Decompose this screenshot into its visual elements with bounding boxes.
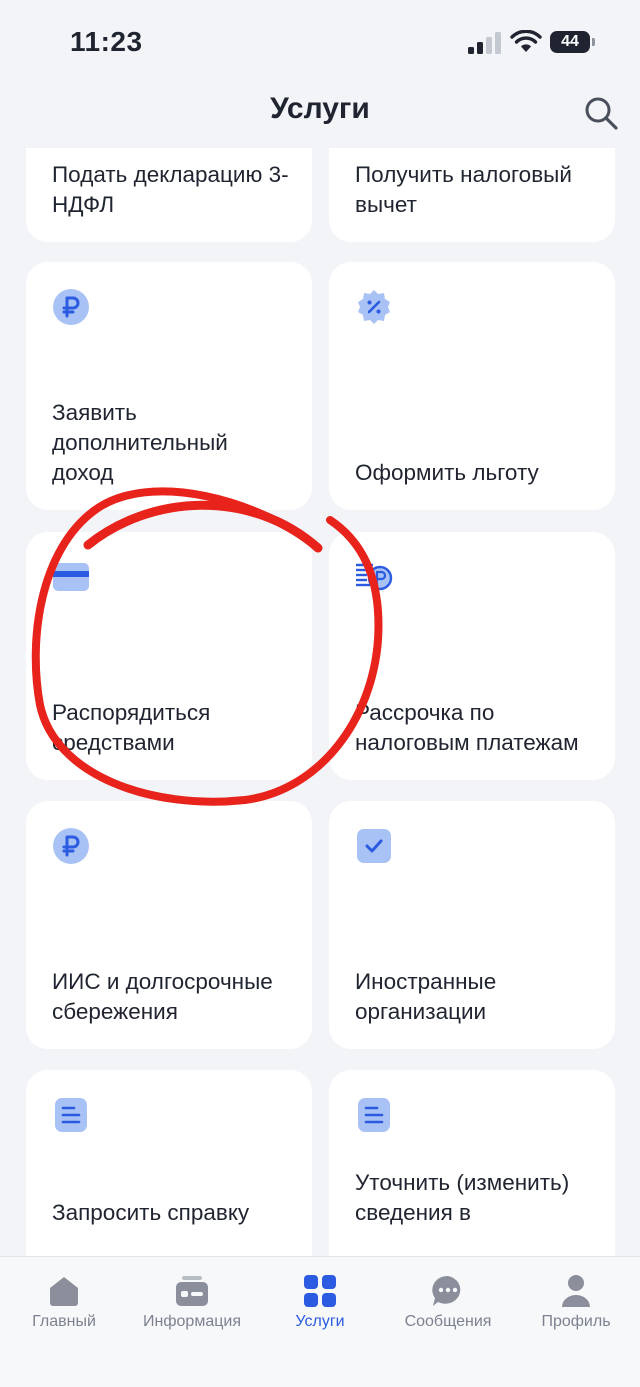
ruble-icon (53, 289, 89, 325)
home-icon (50, 1277, 78, 1306)
tab-bar: Главный Информация Услуги Сообщения Проф… (0, 1256, 640, 1387)
card-icon (53, 563, 89, 591)
service-card-label: Распорядиться средствами (52, 700, 211, 755)
service-card-label: Оформить льготу (355, 460, 539, 485)
id-card-icon (176, 1276, 208, 1306)
service-card-request-certificate[interactable]: Запросить справку (26, 1070, 312, 1256)
service-card-label: Получить налоговый вычет (355, 162, 572, 217)
tab-services[interactable]: Услуги (256, 1265, 384, 1345)
wifi-icon (510, 30, 542, 52)
status-time: 11:23 (70, 26, 143, 57)
service-card-additional-income[interactable]: Заявить дополнительный доход (26, 262, 312, 510)
service-card-tax-deduction[interactable]: Получить налоговый вычет (329, 148, 615, 242)
search-icon[interactable] (582, 94, 620, 132)
tab-profile[interactable]: Профиль (512, 1265, 640, 1345)
service-card-label: Уточнить (изменить) сведения в (355, 1170, 570, 1225)
document-icon (55, 1098, 87, 1132)
tab-label: Сообщения (404, 1313, 492, 1330)
service-card-label: Заявить дополнительный доход (52, 400, 228, 485)
page-title: Услуги (270, 92, 370, 125)
services-grid[interactable]: Подать декларацию 3-НДФЛ Получить налого… (0, 148, 640, 1256)
battery-icon: 44 (550, 31, 596, 53)
tab-label: Профиль (541, 1313, 611, 1330)
status-bar: 11:23 44 (0, 0, 640, 90)
checkbox-icon (357, 829, 391, 863)
tab-messages[interactable]: Сообщения (384, 1265, 512, 1345)
service-card-iis-savings[interactable]: ИИС и долгосрочные сбережения (26, 801, 312, 1049)
document-icon (358, 1098, 390, 1132)
user-icon (562, 1275, 590, 1307)
chat-icon (432, 1275, 461, 1306)
service-card-declaration[interactable]: Подать декларацию 3-НДФЛ (26, 148, 312, 242)
percent-badge-icon (358, 290, 390, 324)
service-card-manage-funds[interactable]: Распорядиться средствами (26, 532, 312, 780)
service-card-label: Подать декларацию 3-НДФЛ (52, 162, 289, 217)
service-card-foreign-organizations[interactable]: Иностранные организации (329, 801, 615, 1049)
battery-level: 44 (561, 33, 579, 50)
grid-icon (304, 1275, 336, 1307)
tab-information[interactable]: Информация (128, 1265, 256, 1345)
tab-label: Услуги (295, 1313, 345, 1330)
service-card-benefit[interactable]: Оформить льготу (329, 262, 615, 510)
service-card-label: Рассрочка по налоговым платежам (355, 700, 579, 755)
tab-label: Главный (32, 1313, 96, 1330)
service-card-label: Запросить справку (52, 1200, 250, 1225)
signal-icon (468, 32, 501, 54)
service-card-label: Иностранные организации (355, 969, 497, 1024)
installment-icon (356, 563, 393, 591)
header: Услуги (0, 82, 640, 146)
service-card-label: ИИС и долгосрочные сбережения (52, 969, 273, 1024)
tab-label: Информация (143, 1313, 241, 1330)
service-card-installment[interactable]: Рассрочка по налоговым платежам (329, 532, 615, 780)
service-card-update-info[interactable]: Уточнить (изменить) сведения в (329, 1070, 615, 1256)
tab-home[interactable]: Главный (0, 1265, 128, 1345)
ruble-icon (53, 828, 89, 864)
